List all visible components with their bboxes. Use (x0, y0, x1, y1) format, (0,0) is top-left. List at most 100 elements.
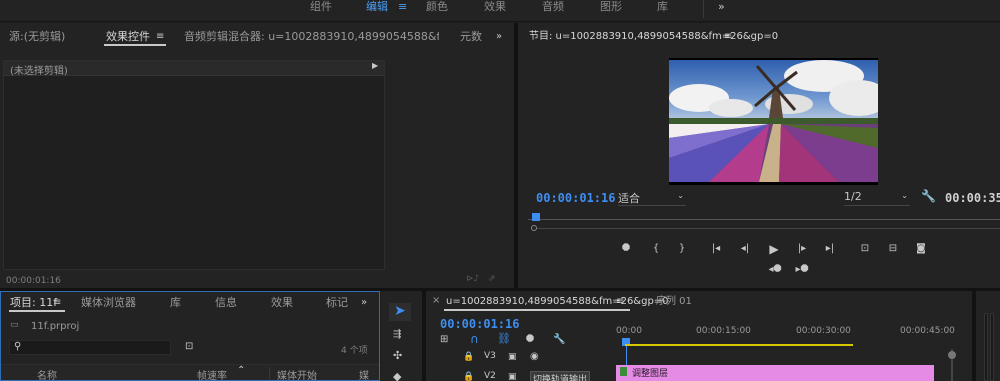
export-frame-camera-icon[interactable]: ◙ (914, 241, 928, 257)
program-menu-icon[interactable]: ≡ (724, 29, 732, 45)
workspace-tab-audio[interactable]: 音频 (542, 0, 564, 18)
extract-icon[interactable]: ⊟ (884, 241, 902, 257)
new-bin-icon[interactable]: ⊡ (185, 341, 193, 352)
project-overflow-icon[interactable]: » (361, 295, 367, 311)
expand-arrow-icon[interactable]: ▶ (372, 61, 378, 70)
workspace-tab-assembly[interactable]: 组件 (310, 0, 332, 18)
adjustment-layer-clip[interactable]: 调整图层 (616, 365, 934, 381)
project-menu-icon[interactable]: ≡ (53, 295, 61, 311)
lift-icon[interactable]: ⊡ (856, 241, 874, 257)
column-media-start[interactable]: 媒体开始 (277, 367, 317, 381)
tab-effects[interactable]: 效果 (271, 296, 293, 310)
program-monitor-title[interactable]: 节目: u=1002883910,4899054588&fm=26&gp=0 (529, 30, 778, 44)
workspace-tab-graphics[interactable]: 图形 (600, 0, 622, 18)
ripple-edit-tool-icon[interactable]: ✣ (393, 348, 402, 364)
go-to-in-icon[interactable]: |◂ (708, 241, 724, 257)
tab-media-browser[interactable]: 媒体浏览器 (81, 296, 136, 310)
column-divider (269, 367, 270, 379)
tab-info[interactable]: 信息 (215, 296, 237, 310)
fit-dropdown[interactable]: 适合 ⌄ (618, 190, 686, 206)
program-playhead-timecode[interactable]: 00:00:01:16 (536, 191, 615, 205)
zoom-bar[interactable] (531, 225, 1000, 231)
ruler-label-30: 00:00:30:00 (796, 326, 851, 336)
panel-menu-icon[interactable]: ≡ (156, 29, 164, 45)
program-scrub-bar[interactable] (528, 211, 1000, 225)
add-marker-icon[interactable]: ⯃ (620, 241, 632, 257)
tab-markers[interactable]: 标记 (326, 296, 348, 310)
timeline-timecode[interactable]: 00:00:01:16 (440, 317, 519, 331)
tab-project[interactable]: 项目: 11f (10, 296, 57, 310)
project-file-icon: ▭ (10, 320, 19, 330)
play-icon[interactable]: ▶ (767, 241, 781, 257)
settings-wrench-icon[interactable]: 🔧 (921, 189, 936, 203)
workspace-tab-effects[interactable]: 效果 (484, 0, 506, 18)
program-video-frame (669, 58, 878, 185)
timeline-tab-clip[interactable]: u=1002883910,4899054588&fm=26&gp=0 (446, 295, 669, 309)
track-output-icon[interactable]: ▣ (508, 369, 517, 381)
toggle-track-output-tooltip: 切换轨道输出 (530, 371, 591, 381)
export-icon[interactable]: ⇗ (488, 274, 496, 284)
panel-overflow-icon[interactable]: » (496, 29, 502, 45)
column-media-more[interactable]: 媒 (359, 367, 369, 381)
sort-ascending-icon[interactable]: ⌃ (237, 365, 245, 376)
track-output-icon[interactable]: ▣ (508, 349, 517, 365)
column-frame-rate[interactable]: 帧速率 (197, 367, 227, 381)
ruler-label-0: 00:00 (616, 326, 642, 336)
timeline-settings-wrench-icon[interactable]: 🔧 (553, 332, 565, 348)
scrub-playhead[interactable] (532, 213, 540, 221)
tab-metadata[interactable]: 元数 (460, 30, 482, 44)
search-icon: ⚲ (14, 341, 22, 352)
add-marker-icon[interactable]: ⯃ (526, 332, 534, 348)
effect-controls-timecode: 00:00:01:16 (6, 276, 61, 286)
filter-icon[interactable]: ⊳♪ (466, 274, 479, 284)
selection-tool-icon[interactable]: ➤ (394, 303, 406, 319)
step-forward-icon[interactable]: |▸ (795, 241, 809, 257)
timeline-tab-indicator (444, 309, 630, 311)
track-lock-icon[interactable]: 🔒 (463, 349, 474, 365)
timeline-vertical-scrollbar[interactable] (948, 349, 956, 381)
column-name[interactable]: 名称 (37, 367, 57, 381)
tab-libraries[interactable]: 库 (170, 296, 181, 310)
no-clip-label: (未选择剪辑) (10, 66, 68, 77)
workspace-tab-libraries[interactable]: 库 (657, 0, 668, 18)
track-name-v2: V2 (484, 371, 496, 381)
resolution-dropdown[interactable]: 1/2 ⌄ (844, 190, 910, 206)
timeline-ruler[interactable]: 00:00 00:00:15:00 00:00:30:00 00:00:45:0… (616, 326, 956, 346)
eye-icon[interactable]: ◉ (530, 349, 539, 365)
audio-meter-left (984, 313, 988, 381)
go-to-out-icon[interactable]: ▸| (822, 241, 838, 257)
track-lock-icon[interactable]: 🔒 (463, 369, 474, 381)
workspace-bar: 组件 编辑 ≡ 颜色 效果 音频 图形 库 » (0, 0, 1000, 22)
mark-out-icon[interactable]: } (676, 241, 688, 257)
work-area-bar[interactable] (625, 344, 853, 346)
workspace-overflow-icon[interactable]: » (718, 0, 725, 18)
scrub-track (528, 219, 1000, 220)
tab-effect-controls[interactable]: 效果控件 (106, 30, 150, 44)
workspace-menu-icon[interactable]: ≡ (398, 0, 407, 18)
keyframe-area (386, 60, 512, 270)
program-duration-timecode: 00:00:35:0 (945, 191, 1000, 205)
tab-source[interactable]: 源:(无剪辑) (9, 30, 65, 44)
scrollbar-handle[interactable] (948, 351, 956, 359)
audio-meter-panel (976, 291, 1000, 381)
linked-selection-icon[interactable]: ⛓ (497, 332, 511, 345)
workspace-tab-color[interactable]: 颜色 (426, 0, 448, 18)
track-select-tool-icon[interactable]: ⇶ (393, 327, 401, 343)
step-back-icon[interactable]: ◂| (738, 241, 752, 257)
overwrite-icon[interactable]: ▸⯃ (793, 262, 811, 278)
track-name-v3: V3 (484, 351, 496, 361)
workspace-tab-editing[interactable]: 编辑 (366, 0, 388, 18)
mark-in-icon[interactable]: { (650, 241, 662, 257)
ruler-label-45: 00:00:45:00 (900, 326, 955, 336)
timeline-menu-icon[interactable]: ≡ (616, 294, 624, 310)
close-tab-icon[interactable]: × (432, 295, 440, 306)
razor-tool-icon[interactable]: ◆ (393, 369, 401, 381)
chevron-down-icon: ⌄ (677, 191, 684, 200)
timeline-tab-sequence[interactable]: 序列 01 (656, 295, 692, 309)
tab-audio-clip-mixer[interactable]: 音频剪辑混合器: u=1002883910,4899054588&fm=26&g… (184, 30, 439, 44)
project-search-input[interactable]: ⚲ (9, 340, 171, 355)
insert-icon[interactable]: ◂⯃ (766, 262, 784, 278)
nest-sequence-icon[interactable]: ⊞ (440, 332, 448, 348)
adjustment-layer-clip-label: 调整图层 (632, 369, 669, 379)
snap-magnet-icon[interactable]: ∩ (470, 332, 479, 346)
